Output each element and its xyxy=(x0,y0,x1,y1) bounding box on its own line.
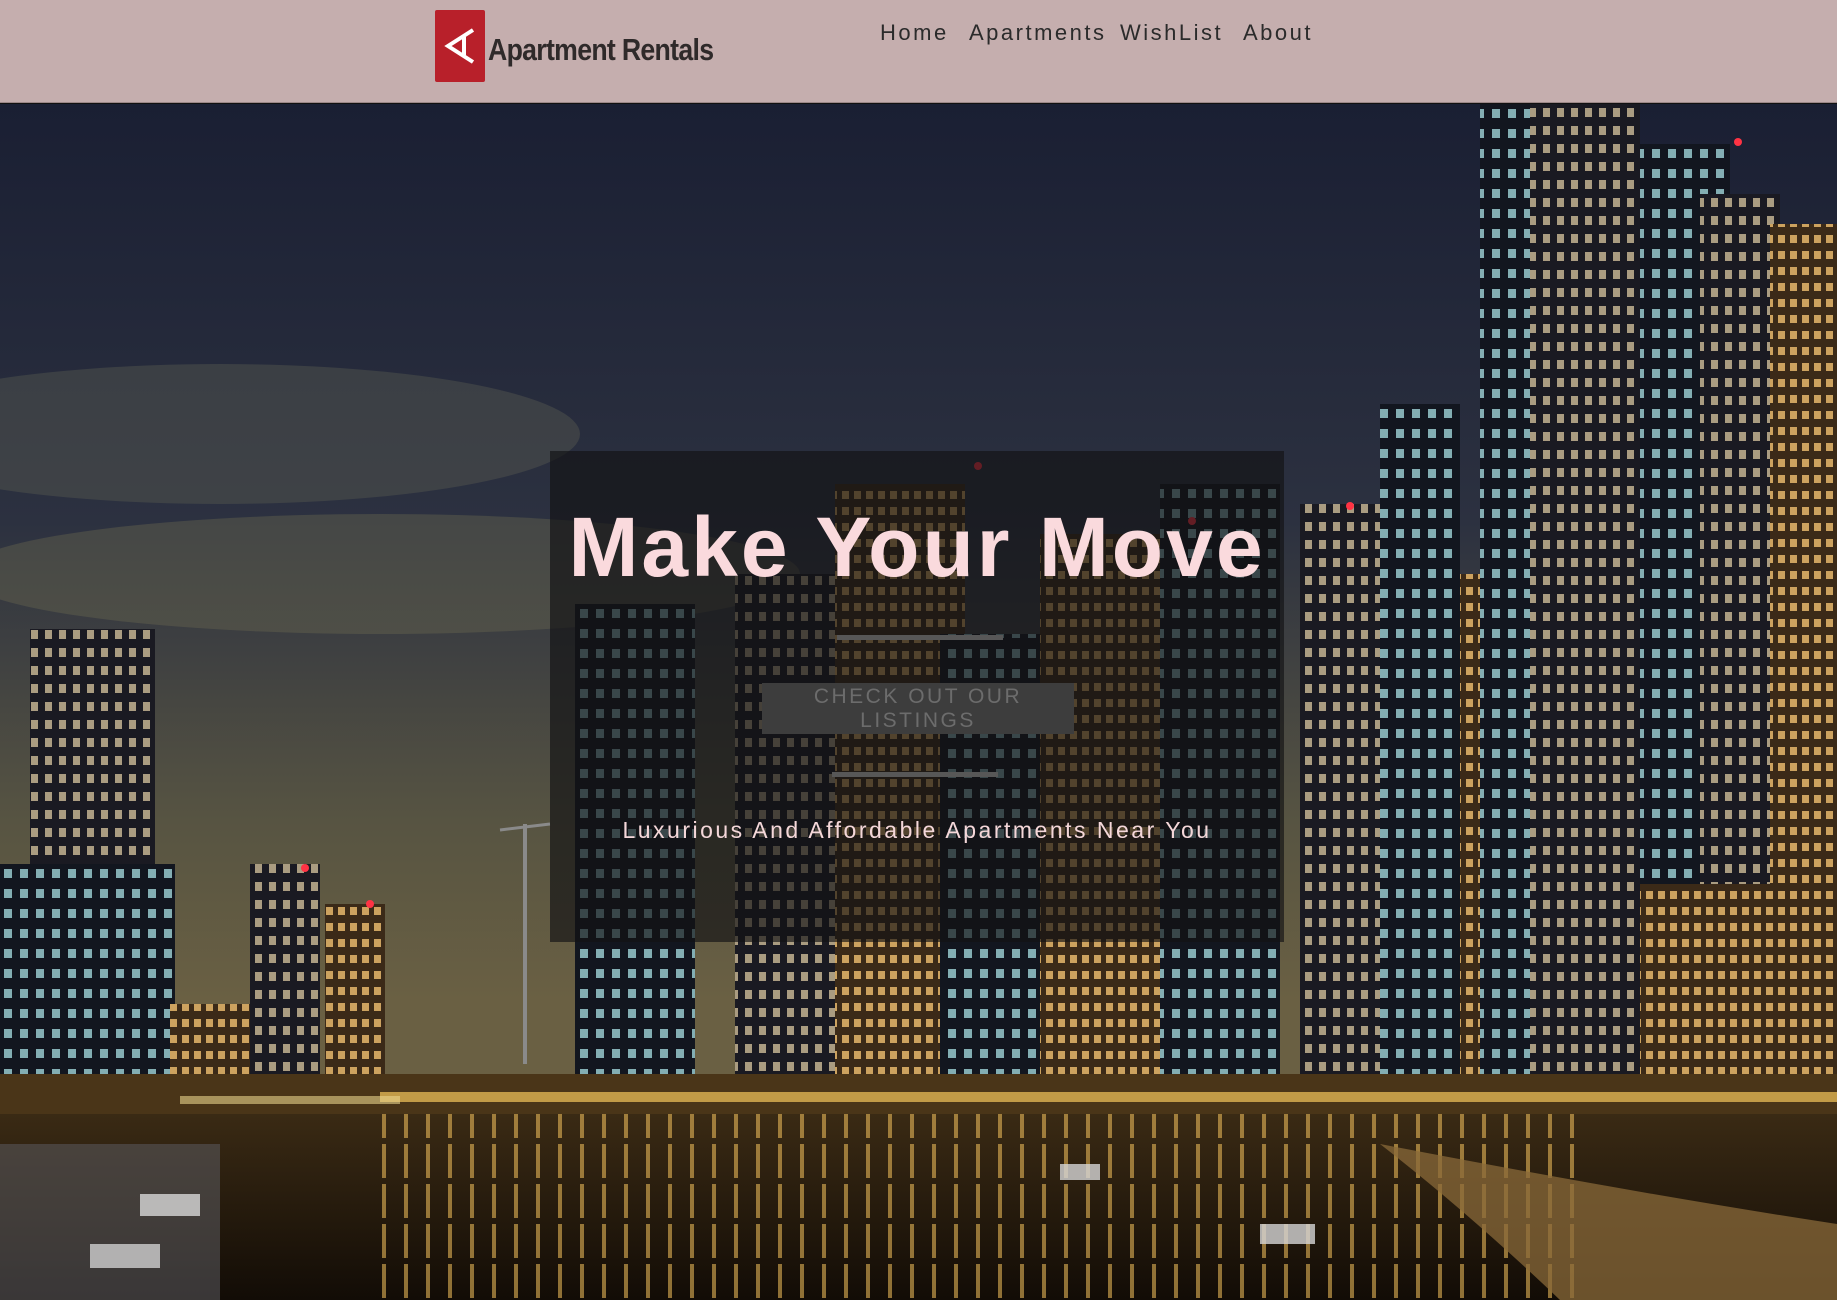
triangle-arrow-logo-icon xyxy=(444,28,475,64)
nav-link-about[interactable]: About xyxy=(1243,18,1313,48)
check-out-listings-button[interactable]: CHECK OUT OUR LISTINGS xyxy=(762,683,1074,734)
hero-divider-bottom xyxy=(832,772,998,777)
hero-title: Make Your Move xyxy=(568,500,1266,594)
hero-tagline: Luxurious And Affordable Apartments Near… xyxy=(622,817,1212,843)
nav-link-apartments[interactable]: Apartments xyxy=(969,18,1107,48)
hero-divider-top xyxy=(837,635,1003,640)
nav-link-home[interactable]: Home xyxy=(880,18,949,48)
brand-logo[interactable] xyxy=(435,10,485,82)
hero-section: Make Your Move CHECK OUT OUR LISTINGS Lu… xyxy=(0,104,1837,1300)
nav-link-wishlist[interactable]: WishList xyxy=(1120,18,1223,48)
top-navbar: Apartment Rentals Home Apartments WishLi… xyxy=(0,0,1837,103)
brand-name[interactable]: Apartment Rentals xyxy=(488,28,714,72)
hero-content-panel: Make Your Move CHECK OUT OUR LISTINGS Lu… xyxy=(550,451,1284,942)
